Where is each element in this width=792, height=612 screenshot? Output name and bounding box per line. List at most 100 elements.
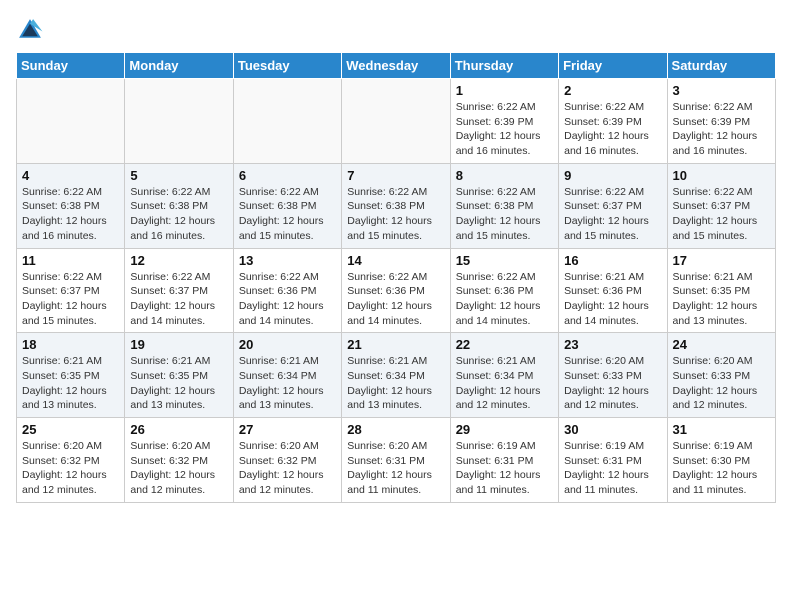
day-info: Sunrise: 6:22 AMSunset: 6:37 PMDaylight:… (673, 185, 770, 244)
calendar-week-1: 1Sunrise: 6:22 AMSunset: 6:39 PMDaylight… (17, 79, 776, 164)
col-header-wednesday: Wednesday (342, 53, 450, 79)
day-info: Sunrise: 6:22 AMSunset: 6:38 PMDaylight:… (239, 185, 336, 244)
day-info: Sunrise: 6:20 AMSunset: 6:32 PMDaylight:… (130, 439, 227, 498)
logo (16, 16, 48, 44)
calendar-week-2: 4 Sunrise: 6:22 AMSunset: 6:38 PMDaylight… (17, 163, 776, 248)
calendar-cell: 6 Sunrise: 6:22 AMSunset: 6:38 PMDaylight… (233, 163, 341, 248)
calendar-cell (233, 79, 341, 164)
calendar-cell: 8Sunrise: 6:22 AMSunset: 6:38 PMDaylight… (450, 163, 558, 248)
col-header-monday: Monday (125, 53, 233, 79)
day-number: 12 (130, 253, 227, 268)
day-info: Sunrise: 6:22 AMSunset: 6:39 PMDaylight:… (456, 100, 553, 159)
day-info: Sunrise: 6:22 AMSunset: 6:36 PMDaylight:… (239, 270, 336, 329)
day-info: Sunrise: 6:20 AMSunset: 6:33 PMDaylight:… (673, 354, 770, 413)
day-number: 16 (564, 253, 661, 268)
day-info: Sunrise: 6:22 AMSunset: 6:37 PMDaylight:… (22, 270, 119, 329)
day-info: Sunrise: 6:22 AMSunset: 6:38 PMDaylight:… (347, 185, 444, 244)
calendar-cell: 19 Sunrise: 6:21 AMSunset: 6:35 PMDayligh… (125, 333, 233, 418)
day-info: Sunrise: 6:19 AMSunset: 6:31 PMDaylight:… (456, 439, 553, 498)
day-number: 31 (673, 422, 770, 437)
calendar-cell: 21 Sunrise: 6:21 AMSunset: 6:34 PMDayligh… (342, 333, 450, 418)
day-info: Sunrise: 6:22 AMSunset: 6:38 PMDaylight:… (22, 185, 119, 244)
day-number: 29 (456, 422, 553, 437)
calendar-week-3: 11Sunrise: 6:22 AMSunset: 6:37 PMDayligh… (17, 248, 776, 333)
day-number: 18 (22, 337, 119, 352)
day-number: 19 (130, 337, 227, 352)
col-header-tuesday: Tuesday (233, 53, 341, 79)
day-number: 6 (239, 168, 336, 183)
day-info: Sunrise: 6:22 AMSunset: 6:36 PMDaylight:… (347, 270, 444, 329)
day-info: Sunrise: 6:21 AMSunset: 6:34 PMDaylight:… (239, 354, 336, 413)
day-number: 4 (22, 168, 119, 183)
calendar-cell: 20 Sunrise: 6:21 AMSunset: 6:34 PMDayligh… (233, 333, 341, 418)
col-header-thursday: Thursday (450, 53, 558, 79)
calendar-body: 1Sunrise: 6:22 AMSunset: 6:39 PMDaylight… (17, 79, 776, 503)
day-info: Sunrise: 6:21 AMSunset: 6:35 PMDaylight:… (22, 354, 119, 413)
day-info: Sunrise: 6:21 AMSunset: 6:36 PMDaylight:… (564, 270, 661, 329)
calendar-cell: 16 Sunrise: 6:21 AMSunset: 6:36 PMDayligh… (559, 248, 667, 333)
day-number: 30 (564, 422, 661, 437)
calendar-cell: 28Sunrise: 6:20 AMSunset: 6:31 PMDayligh… (342, 418, 450, 503)
calendar-header: SundayMondayTuesdayWednesdayThursdayFrid… (17, 53, 776, 79)
calendar-cell: 23 Sunrise: 6:20 AMSunset: 6:33 PMDayligh… (559, 333, 667, 418)
day-info: Sunrise: 6:22 AMSunset: 6:38 PMDaylight:… (456, 185, 553, 244)
day-info: Sunrise: 6:22 AMSunset: 6:37 PMDaylight:… (130, 270, 227, 329)
day-info: Sunrise: 6:19 AMSunset: 6:31 PMDaylight:… (564, 439, 661, 498)
calendar-cell: 7 Sunrise: 6:22 AMSunset: 6:38 PMDaylight… (342, 163, 450, 248)
day-number: 23 (564, 337, 661, 352)
calendar-cell: 12 Sunrise: 6:22 AMSunset: 6:37 PMDayligh… (125, 248, 233, 333)
calendar-week-5: 25 Sunrise: 6:20 AMSunset: 6:32 PMDayligh… (17, 418, 776, 503)
day-info: Sunrise: 6:22 AMSunset: 6:38 PMDaylight:… (130, 185, 227, 244)
day-number: 5 (130, 168, 227, 183)
day-number: 9 (564, 168, 661, 183)
day-info: Sunrise: 6:22 AMSunset: 6:39 PMDaylight:… (564, 100, 661, 159)
calendar-cell: 10 Sunrise: 6:22 AMSunset: 6:37 PMDayligh… (667, 163, 775, 248)
logo-icon (16, 16, 44, 44)
day-info: Sunrise: 6:20 AMSunset: 6:31 PMDaylight:… (347, 439, 444, 498)
day-number: 25 (22, 422, 119, 437)
calendar-week-4: 18 Sunrise: 6:21 AMSunset: 6:35 PMDayligh… (17, 333, 776, 418)
header-row: SundayMondayTuesdayWednesdayThursdayFrid… (17, 53, 776, 79)
day-number: 26 (130, 422, 227, 437)
calendar-cell: 5 Sunrise: 6:22 AMSunset: 6:38 PMDaylight… (125, 163, 233, 248)
calendar-cell (342, 79, 450, 164)
calendar-cell (17, 79, 125, 164)
day-info: Sunrise: 6:21 AMSunset: 6:34 PMDaylight:… (347, 354, 444, 413)
calendar-table: SundayMondayTuesdayWednesdayThursdayFrid… (16, 52, 776, 503)
day-number: 15 (456, 253, 553, 268)
calendar-cell: 25 Sunrise: 6:20 AMSunset: 6:32 PMDayligh… (17, 418, 125, 503)
page-header (16, 16, 776, 44)
day-number: 3 (673, 83, 770, 98)
calendar-cell: 17 Sunrise: 6:21 AMSunset: 6:35 PMDayligh… (667, 248, 775, 333)
day-number: 21 (347, 337, 444, 352)
day-info: Sunrise: 6:21 AMSunset: 6:35 PMDaylight:… (130, 354, 227, 413)
day-info: Sunrise: 6:20 AMSunset: 6:32 PMDaylight:… (239, 439, 336, 498)
day-info: Sunrise: 6:20 AMSunset: 6:33 PMDaylight:… (564, 354, 661, 413)
day-info: Sunrise: 6:20 AMSunset: 6:32 PMDaylight:… (22, 439, 119, 498)
calendar-cell: 11Sunrise: 6:22 AMSunset: 6:37 PMDayligh… (17, 248, 125, 333)
calendar-cell: 2 Sunrise: 6:22 AMSunset: 6:39 PMDaylight… (559, 79, 667, 164)
day-number: 10 (673, 168, 770, 183)
day-number: 14 (347, 253, 444, 268)
calendar-cell: 3Sunrise: 6:22 AMSunset: 6:39 PMDaylight… (667, 79, 775, 164)
day-number: 13 (239, 253, 336, 268)
calendar-cell: 15 Sunrise: 6:22 AMSunset: 6:36 PMDayligh… (450, 248, 558, 333)
calendar-cell: 4 Sunrise: 6:22 AMSunset: 6:38 PMDaylight… (17, 163, 125, 248)
calendar-cell: 31 Sunrise: 6:19 AMSunset: 6:30 PMDayligh… (667, 418, 775, 503)
calendar-cell: 24Sunrise: 6:20 AMSunset: 6:33 PMDayligh… (667, 333, 775, 418)
day-info: Sunrise: 6:22 AMSunset: 6:37 PMDaylight:… (564, 185, 661, 244)
col-header-sunday: Sunday (17, 53, 125, 79)
calendar-cell: 26 Sunrise: 6:20 AMSunset: 6:32 PMDayligh… (125, 418, 233, 503)
calendar-cell (125, 79, 233, 164)
calendar-cell: 27Sunrise: 6:20 AMSunset: 6:32 PMDayligh… (233, 418, 341, 503)
calendar-cell: 14 Sunrise: 6:22 AMSunset: 6:36 PMDayligh… (342, 248, 450, 333)
day-number: 7 (347, 168, 444, 183)
calendar-cell: 22Sunrise: 6:21 AMSunset: 6:34 PMDayligh… (450, 333, 558, 418)
day-info: Sunrise: 6:22 AMSunset: 6:36 PMDaylight:… (456, 270, 553, 329)
day-number: 17 (673, 253, 770, 268)
col-header-friday: Friday (559, 53, 667, 79)
day-info: Sunrise: 6:19 AMSunset: 6:30 PMDaylight:… (673, 439, 770, 498)
day-number: 20 (239, 337, 336, 352)
day-number: 2 (564, 83, 661, 98)
day-info: Sunrise: 6:21 AMSunset: 6:35 PMDaylight:… (673, 270, 770, 329)
